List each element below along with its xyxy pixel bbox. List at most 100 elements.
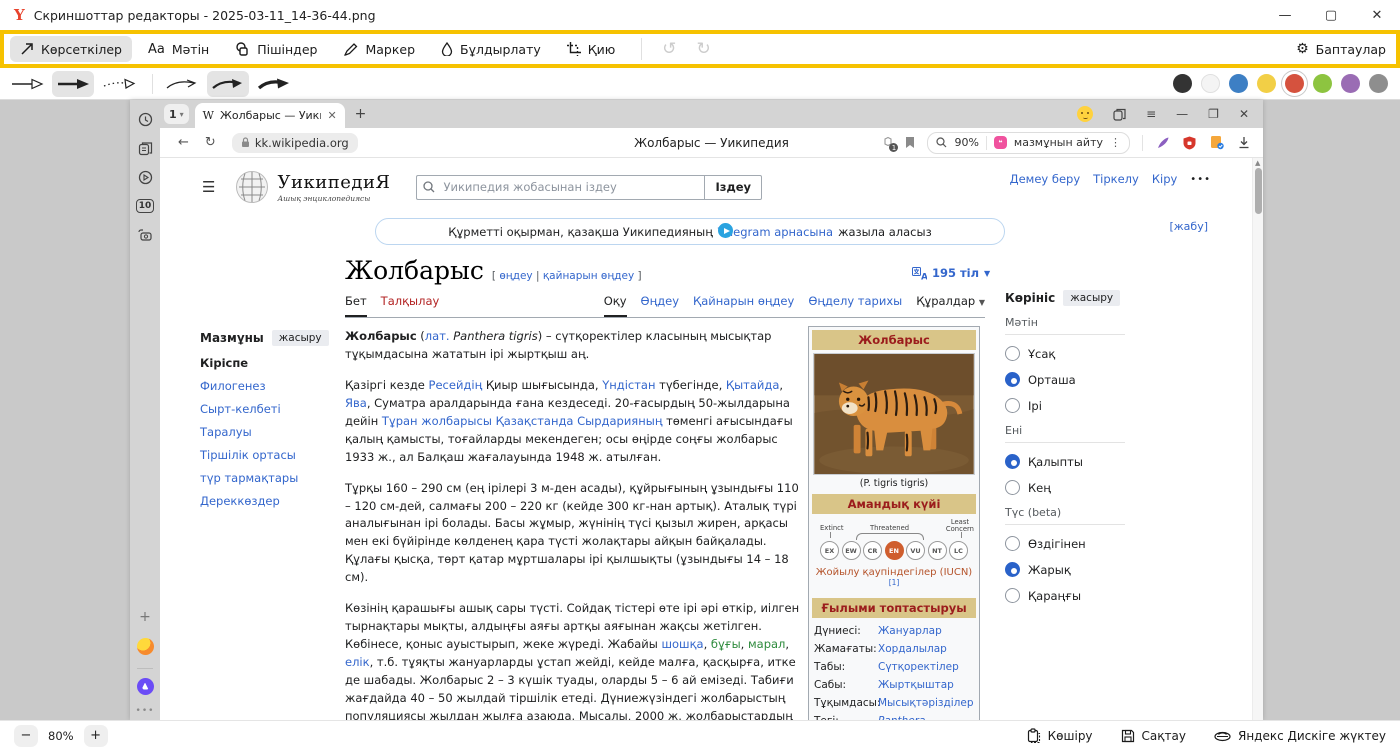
radio-option[interactable]: Өздігінен [1005,536,1145,551]
reload-icon[interactable]: ↻ [205,135,216,150]
wiki-link[interactable]: бұғы [711,637,741,651]
upload-to-disk-button[interactable]: Яндекс Дискіге жүктеу [1214,729,1386,743]
wiki-link[interactable]: Telegram арнасына [718,225,833,239]
arrow-style-straight-bold[interactable] [52,71,94,97]
protect-shield-icon[interactable] [1182,135,1197,150]
search-button[interactable]: Іздеу [704,175,762,200]
radio-icon[interactable] [1005,588,1020,603]
color-swatch-blue[interactable] [1229,74,1248,93]
taxon-link[interactable]: Жыртқыштар [878,679,954,691]
wiki-link[interactable]: Тұран жолбарысы [382,414,492,428]
save-button[interactable]: Сақтау [1121,729,1186,743]
kebab-menu-icon[interactable]: ⋮ [1110,136,1121,149]
radio-option[interactable]: Орташа [1005,372,1145,387]
reference-link[interactable]: [1] [889,578,900,587]
arrow-style-sketch-thin[interactable] [161,71,203,97]
maximize-button[interactable]: ▢ [1308,0,1354,30]
alice-assistant-icon[interactable] [136,677,154,695]
radio-icon[interactable] [1005,372,1020,387]
tool-arrows[interactable]: Көрсеткілер [10,36,132,62]
tab-read[interactable]: Оқу [604,294,627,317]
share-icon[interactable]: 1 [880,136,893,149]
radio-option[interactable]: Ірі [1005,398,1145,413]
taxon-link[interactable]: Мысықтәрізділер [878,697,974,709]
back-icon[interactable]: ← [178,135,189,150]
radio-option[interactable]: Жарық [1005,562,1145,577]
redo-button[interactable]: ↻ [697,39,711,59]
copy-button[interactable]: Көшіру [1027,728,1093,743]
browser-close-icon[interactable]: ✕ [1239,107,1249,121]
scroll-up-icon[interactable]: ▲ [1255,159,1260,167]
history-icon[interactable] [136,110,154,128]
sidebar-more-icon[interactable]: ••• [136,706,155,716]
arrow-style-sketch-medium[interactable] [207,71,249,97]
color-swatch-purple[interactable] [1341,74,1360,93]
color-swatch-gray[interactable] [1369,74,1388,93]
edit-link[interactable]: өңдеу [499,270,532,282]
arrow-style-straight-thin[interactable] [6,71,48,97]
document-extension-icon[interactable] [1209,135,1224,150]
radio-option[interactable]: Қалыпты [1005,454,1145,469]
browser-restore-icon[interactable]: ❐ [1208,107,1219,121]
color-swatch-yellow[interactable] [1257,74,1276,93]
wiki-link[interactable]: шошқа [662,637,704,651]
tabs-counter-badge[interactable]: 10 [136,197,154,215]
tab-close-icon[interactable]: ✕ [327,109,336,122]
tab-history[interactable]: Өңделу тарихы [808,294,902,317]
tool-blur[interactable]: Бұлдырлату [431,36,551,62]
taxon-link[interactable]: Жануарлар [878,625,942,637]
taxon-link[interactable]: Хордалылар [878,643,947,655]
collections-icon[interactable] [136,139,154,157]
color-swatch-white[interactable] [1201,74,1220,93]
wiki-link[interactable]: Қазақстанда [496,414,574,428]
read-aloud-button[interactable]: мазмұнын айту [1014,136,1103,149]
tab-talk[interactable]: Талқылау [381,294,440,317]
radio-icon[interactable] [1005,398,1020,413]
tool-text[interactable]: Аа Мәтін [138,36,219,62]
toc-item[interactable]: Филогенез [200,379,330,393]
banner-close-link[interactable]: [жабу] [1169,220,1208,233]
profile-avatar[interactable] [1077,106,1093,122]
wiki-wordmark[interactable]: УикипедиЯ Ашық энциклопедиясы [277,172,390,203]
hamburger-icon[interactable]: ☰ [202,178,215,196]
more-options-icon[interactable]: ••• [1190,174,1211,185]
tab-edit[interactable]: Өңдеу [641,294,679,317]
color-swatch-green[interactable] [1313,74,1332,93]
panels-icon[interactable] [1113,108,1126,121]
login-link[interactable]: Кіру [1152,172,1177,186]
wiki-link[interactable]: марал [748,637,785,651]
bookmark-icon[interactable] [905,136,915,149]
pen-extension-icon[interactable] [1155,135,1170,150]
zoom-in-button[interactable]: + [84,725,108,747]
add-panel-icon[interactable]: + [136,608,154,626]
tab-counter-button[interactable]: 1 ▾ [164,104,189,124]
language-selector[interactable]: A 195 тіл ▼ [912,266,990,280]
screenshot-tool-icon[interactable] [136,226,154,244]
undo-button[interactable]: ↺ [662,39,676,59]
wiki-link[interactable]: Ява [345,396,367,410]
wiki-link[interactable]: елік [345,655,370,669]
new-tab-button[interactable]: + [355,106,367,122]
close-button[interactable]: ✕ [1354,0,1400,30]
tool-crop[interactable]: Қию [557,36,626,62]
tab-tools[interactable]: Құралдар ▼ [916,294,985,317]
toc-item-intro[interactable]: Кіріспе [200,356,330,370]
taxon-link[interactable]: Сүтқоректілер [878,661,959,673]
radio-option[interactable]: Кең [1005,480,1145,495]
wiki-link[interactable]: Үндістан [602,378,655,392]
tool-shapes[interactable]: Пішіндер [225,36,327,62]
tab-edit-source[interactable]: Қайнарын өңдеу [693,294,794,317]
wiki-link[interactable]: Қытайда [726,378,779,392]
zoom-magnifier-icon[interactable] [936,137,947,148]
toc-hide-button[interactable]: жасыру [272,330,329,346]
screenshot-image[interactable]: 10 + ••• 1 ▾ [130,100,1263,720]
wikipedia-logo[interactable] [235,170,269,204]
menu-icon[interactable]: ≡ [1146,107,1156,121]
color-swatch-red-selected[interactable] [1285,74,1304,93]
video-icon[interactable] [136,168,154,186]
download-icon[interactable] [1236,135,1251,150]
iucn-link[interactable]: Жойылу қаупіндегілер (IUCN) [816,567,972,578]
tool-marker[interactable]: Маркер [333,36,425,62]
radio-icon[interactable] [1005,346,1020,361]
toc-item[interactable]: Сырт-келбеті [200,402,330,416]
